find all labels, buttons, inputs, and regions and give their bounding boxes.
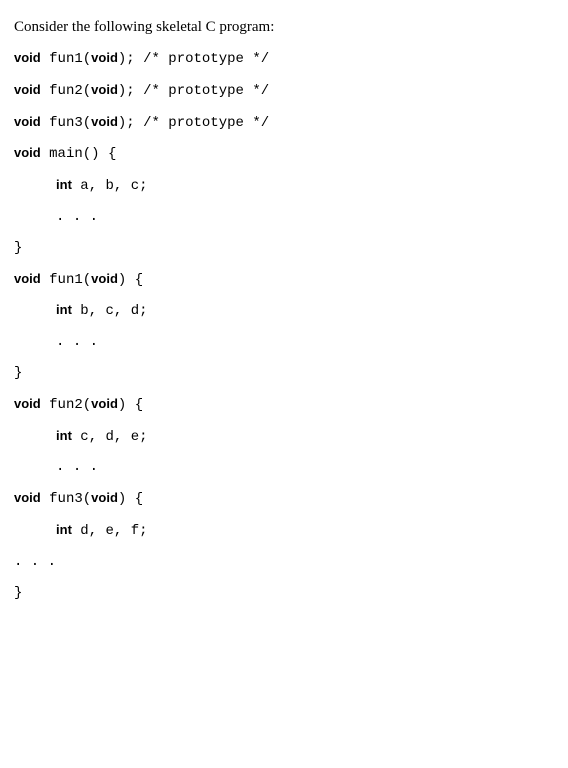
keyword: int [56,177,72,192]
keyword: void [14,490,41,505]
code-text: . . . [56,209,98,225]
code-line: . . . [14,209,554,226]
code-line: . . . [14,334,554,351]
keyword: void [91,50,118,65]
intro-text: Consider the following skeletal C progra… [14,18,554,36]
code-text: fun2( [41,83,91,99]
keyword: void [14,50,41,65]
code-text: fun1( [41,51,91,67]
code-text: c, d, e; [72,429,148,445]
code-line: int c, d, e; [14,428,554,446]
code-line: void fun2(void) { [14,396,554,414]
code-text: ); /* prototype */ [118,51,269,67]
code-line: . . . [14,554,554,571]
keyword: int [56,522,72,537]
keyword: void [14,82,41,97]
keyword: void [91,396,118,411]
code-text: . . . [14,554,56,570]
code-block: void fun1(void); /* prototype */void fun… [14,50,554,601]
code-text: } [14,240,22,256]
code-line: void fun3(void); /* prototype */ [14,114,554,132]
code-text: fun2( [41,397,91,413]
code-text: ) { [118,491,143,507]
code-text: b, c, d; [72,303,148,319]
code-text: . . . [56,334,98,350]
keyword: void [14,271,41,286]
code-text: ) { [118,272,143,288]
keyword: void [91,271,118,286]
code-line: void fun3(void) { [14,490,554,508]
code-line: void fun1(void) { [14,271,554,289]
keyword: void [14,396,41,411]
code-text: ); /* prototype */ [118,83,269,99]
code-text: ) { [118,397,143,413]
code-text: fun3( [41,115,91,131]
code-line: int b, c, d; [14,302,554,320]
keyword: void [14,114,41,129]
keyword: void [91,490,118,505]
code-line: } [14,365,554,382]
keyword: void [91,82,118,97]
code-text: } [14,585,22,601]
code-line: . . . [14,459,554,476]
code-line: void fun2(void); /* prototype */ [14,82,554,100]
code-line: int d, e, f; [14,522,554,540]
code-text: main() { [41,146,117,162]
code-text: fun3( [41,491,91,507]
keyword: void [14,145,41,160]
code-line: } [14,585,554,602]
keyword: int [56,302,72,317]
code-text: fun1( [41,272,91,288]
code-text: } [14,365,22,381]
code-line: int a, b, c; [14,177,554,195]
code-line: } [14,240,554,257]
code-line: void main() { [14,145,554,163]
code-line: void fun1(void); /* prototype */ [14,50,554,68]
keyword: void [91,114,118,129]
code-text: ); /* prototype */ [118,115,269,131]
code-text: a, b, c; [72,178,148,194]
code-text: . . . [56,459,98,475]
code-text: d, e, f; [72,523,148,539]
keyword: int [56,428,72,443]
